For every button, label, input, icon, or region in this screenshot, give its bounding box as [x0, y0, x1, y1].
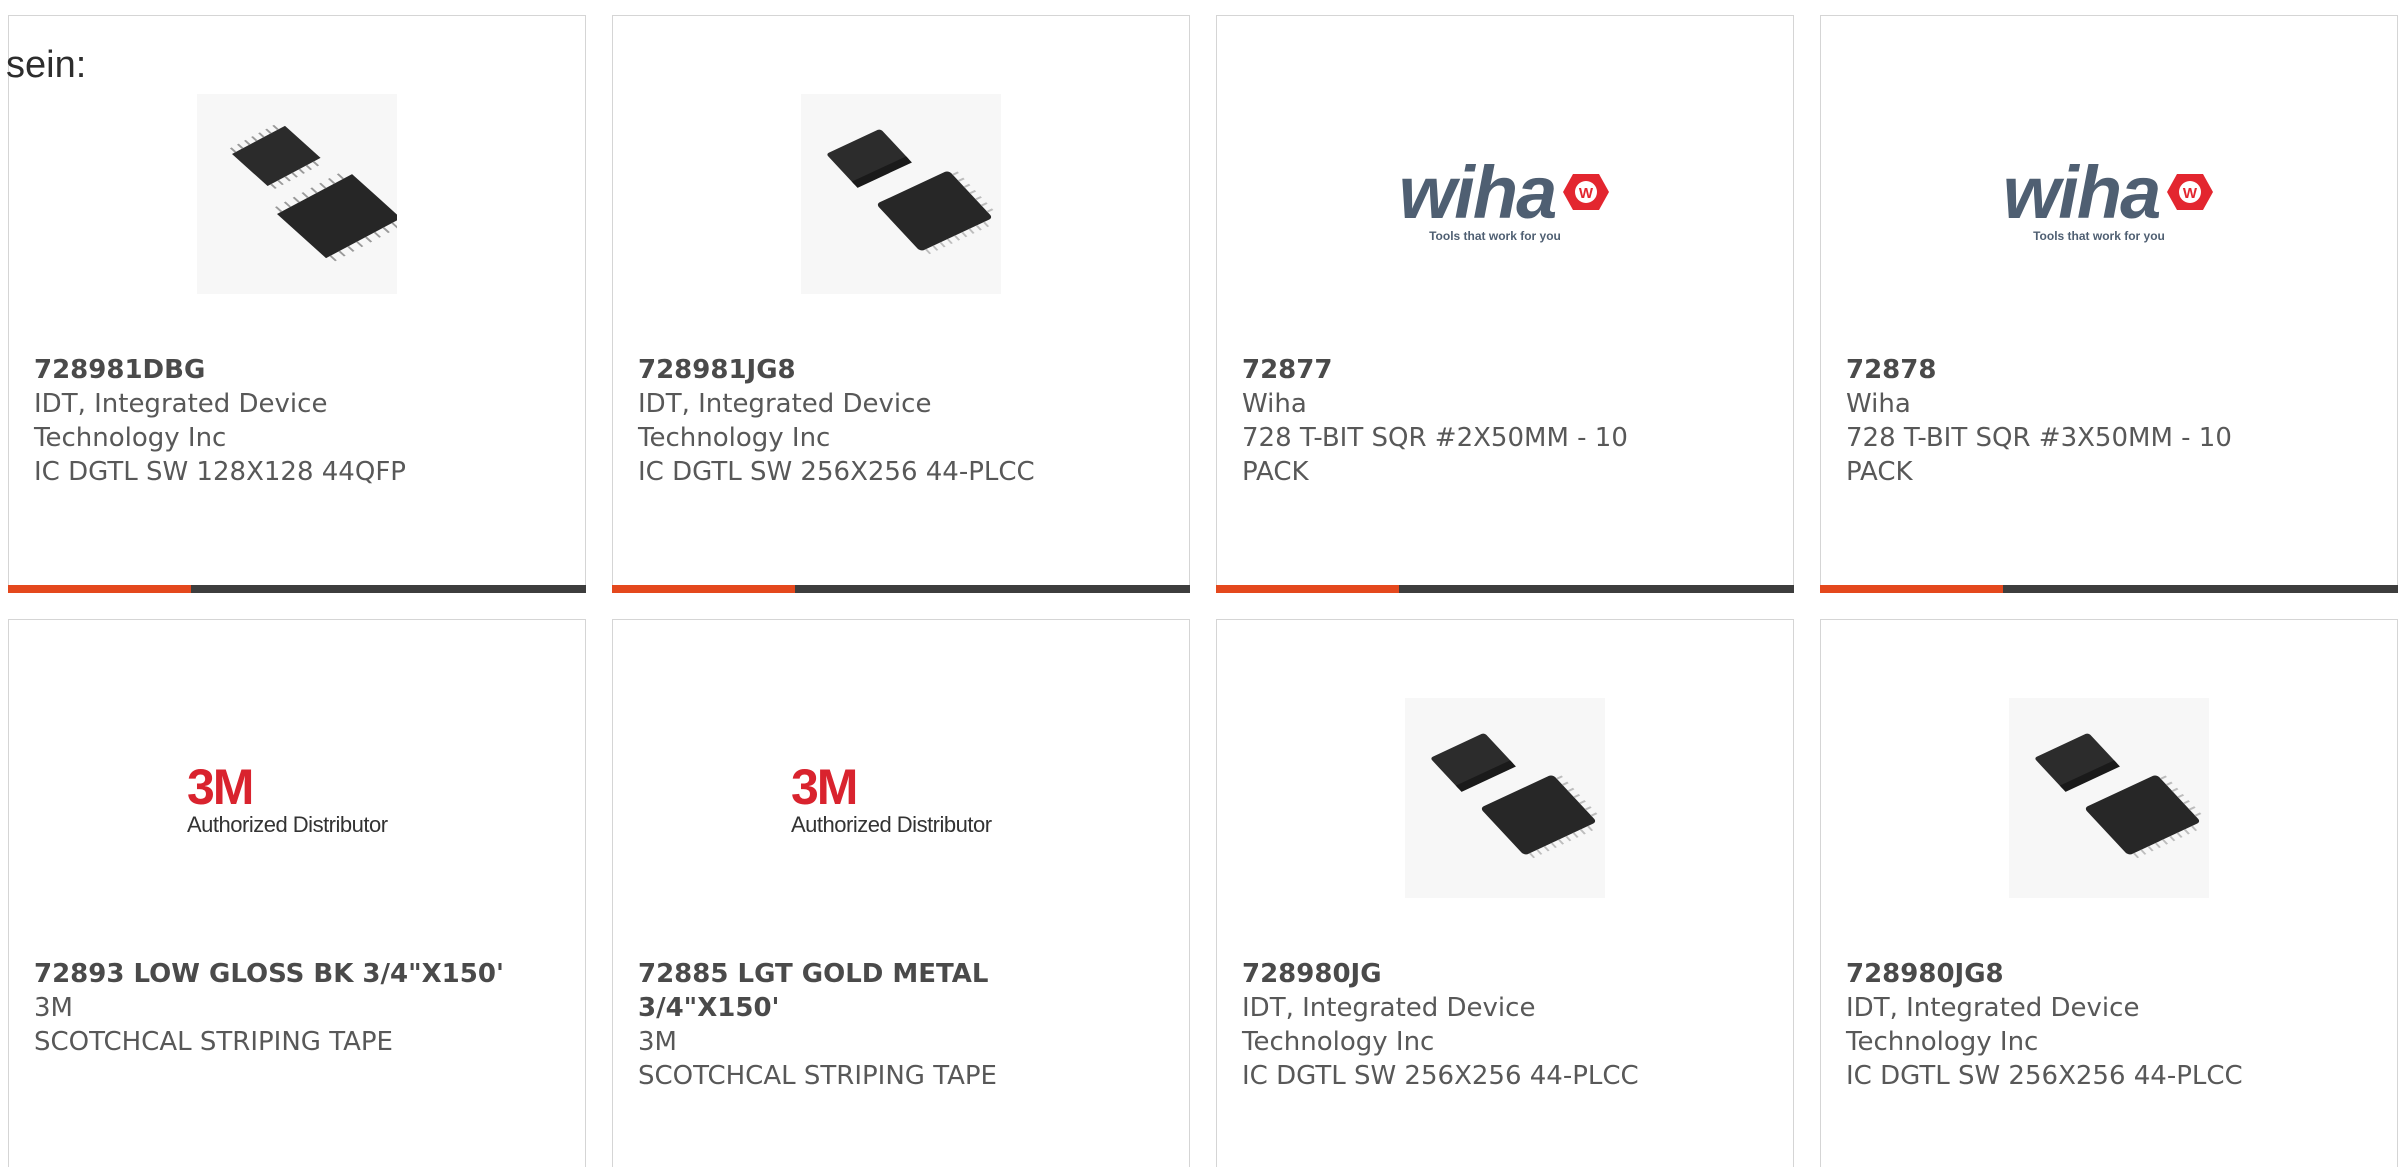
card-bottom-bar	[8, 585, 586, 593]
product-description: SCOTCHCAL STRIPING TAPE	[638, 1061, 997, 1091]
product-description: 728 T-BIT SQR #2X50MM - 10 PACK	[1242, 423, 1628, 487]
card-bottom-bar	[1820, 585, 2398, 593]
product-info: 72893 LOW GLOSS BK 3/4"X150' 3M SCOTCHCAL …	[34, 957, 534, 1059]
svg-text:W: W	[1579, 185, 1594, 202]
card-accent-bar	[612, 585, 795, 593]
card-bottom-bar	[1216, 585, 1794, 593]
wiha-w-emblem-icon: W	[2167, 174, 2214, 210]
manufacturer-name: Wiha	[1242, 389, 1307, 419]
3m-logo-tagline: Authorized Distributor	[791, 812, 992, 837]
product-description: IC DGTL SW 128X128 44QFP	[34, 457, 406, 487]
wiha-w-emblem-icon: W	[1563, 174, 1610, 210]
product-card[interactable]: 3M Authorized Distributor 72893 LOW GLOSS …	[8, 619, 586, 1167]
product-info: 72877 Wiha 728 T-BIT SQR #2X50MM - 10 PACK	[1242, 353, 1742, 489]
product-image[interactable]	[1999, 690, 2219, 910]
3m-logo-mark: 3M	[187, 759, 254, 815]
product-image[interactable]	[1395, 690, 1615, 910]
3m-authorized-distributor-logo: 3M Authorized Distributor	[187, 762, 407, 838]
intro-text: sein:	[6, 44, 87, 86]
product-image[interactable]: wiha W Tools that work for you	[1999, 86, 2219, 306]
qfp-chip-image	[197, 94, 402, 298]
part-number-link[interactable]: 728980JG	[1242, 957, 1742, 991]
manufacturer-name: IDT, Integrated Device Technology Inc	[638, 389, 932, 453]
card-accent-bar	[8, 585, 191, 593]
product-card[interactable]: 3M Authorized Distributor 72885 LGT GOLD M…	[612, 619, 1190, 1167]
manufacturer-name: IDT, Integrated Device Technology Inc	[34, 389, 328, 453]
product-info: 72885 LGT GOLD METAL 3/4"X150' 3M SCOTCHCA…	[638, 957, 1138, 1093]
part-number-link[interactable]: 72893 LOW GLOSS BK 3/4"X150'	[34, 957, 534, 991]
plcc-chip-image	[1405, 698, 1605, 902]
product-description: SCOTCHCAL STRIPING TAPE	[34, 1027, 393, 1057]
wiha-logo-word: wiha	[1398, 150, 1557, 234]
3m-logo-mark: 3M	[791, 759, 858, 815]
product-card[interactable]: wiha W Tools that work for you 72877 Wiha 728…	[1216, 15, 1794, 593]
product-info: 728981DBG IDT, Integrated Device Technolo…	[34, 353, 534, 489]
product-image[interactable]: wiha W Tools that work for you	[1395, 86, 1615, 306]
product-info: 728980JG IDT, Integrated Device Technolog…	[1242, 957, 1742, 1093]
product-card[interactable]: 728981DBG IDT, Integrated Device Technolo…	[8, 15, 586, 593]
product-info: 72878 Wiha 728 T-BIT SQR #3X50MM - 10 PACK	[1846, 353, 2346, 489]
product-description: IC DGTL SW 256X256 44-PLCC	[1846, 1061, 2243, 1091]
manufacturer-name: IDT, Integrated Device Technology Inc	[1846, 993, 2140, 1057]
product-description: IC DGTL SW 256X256 44-PLCC	[1242, 1061, 1639, 1091]
product-description: 728 T-BIT SQR #3X50MM - 10 PACK	[1846, 423, 2232, 487]
product-info: 728981JG8 IDT, Integrated Device Technolo…	[638, 353, 1138, 489]
product-card[interactable]: 728980JG8 IDT, Integrated Device Technolo…	[1820, 619, 2398, 1167]
product-card[interactable]: 728981JG8 IDT, Integrated Device Technolo…	[612, 15, 1190, 593]
part-number-link[interactable]: 728981JG8	[638, 353, 1138, 387]
product-card[interactable]: wiha W Tools that work for you 72878 Wiha 728…	[1820, 15, 2398, 593]
plcc-chip-image	[801, 94, 1001, 298]
card-accent-bar	[1216, 585, 1399, 593]
svg-text:W: W	[2183, 185, 2198, 202]
wiha-logo: wiha W Tools that work for you	[2003, 150, 2215, 243]
3m-logo-tagline: Authorized Distributor	[187, 812, 388, 837]
product-description: IC DGTL SW 256X256 44-PLCC	[638, 457, 1035, 487]
product-grid-page: sein: 728981DBG IDT, Integrated Device Te…	[0, 0, 2400, 1167]
product-image[interactable]	[187, 86, 407, 306]
card-bottom-bar	[612, 585, 1190, 593]
part-number-link[interactable]: 72885 LGT GOLD METAL 3/4"X150'	[638, 957, 1138, 1025]
manufacturer-name: Wiha	[1846, 389, 1911, 419]
manufacturer-name: 3M	[638, 1027, 677, 1057]
manufacturer-name: IDT, Integrated Device Technology Inc	[1242, 993, 1536, 1057]
part-number-link[interactable]: 728980JG8	[1846, 957, 2346, 991]
product-image[interactable]: 3M Authorized Distributor	[791, 690, 1011, 910]
manufacturer-name: 3M	[34, 993, 73, 1023]
wiha-logo-word: wiha	[2002, 150, 2161, 234]
product-info: 728980JG8 IDT, Integrated Device Technolo…	[1846, 957, 2346, 1093]
product-card[interactable]: 728980JG IDT, Integrated Device Technolog…	[1216, 619, 1794, 1167]
product-grid: 728981DBG IDT, Integrated Device Technolo…	[8, 15, 2398, 1167]
part-number-link[interactable]: 72878	[1846, 353, 2346, 387]
part-number-link[interactable]: 72877	[1242, 353, 1742, 387]
3m-authorized-distributor-logo: 3M Authorized Distributor	[791, 762, 1011, 838]
card-accent-bar	[1820, 585, 2003, 593]
product-image[interactable]: 3M Authorized Distributor	[187, 690, 407, 910]
wiha-logo: wiha W Tools that work for you	[1399, 150, 1611, 243]
product-image[interactable]	[791, 86, 1011, 306]
plcc-chip-image	[2009, 698, 2209, 902]
part-number-link[interactable]: 728981DBG	[34, 353, 534, 387]
